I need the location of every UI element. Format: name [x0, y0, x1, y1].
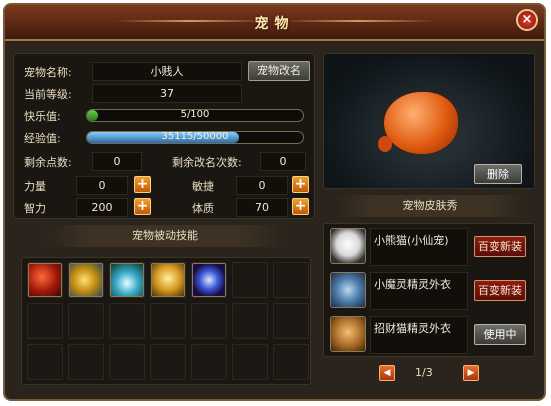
level-value: 37 [92, 84, 242, 103]
rename-left-label: 剩余改名次数: [172, 156, 242, 169]
prev-page-button[interactable]: ◀ [379, 365, 395, 381]
ice-crystal-skill-icon[interactable] [110, 263, 144, 297]
stat-value-intelligence: 200 [76, 198, 128, 217]
pet-preview-panel: 删除 [323, 53, 535, 189]
skill-slot[interactable] [232, 262, 268, 298]
skin-name: 小熊猫(小仙宠) [370, 228, 468, 266]
happiness-text: 5/100 [180, 109, 210, 120]
stat-label-constitution: 体质 [192, 202, 214, 215]
skin-item: 小熊猫(小仙宠) 百变新装 [326, 226, 526, 270]
golden-fish-skill-icon[interactable] [69, 263, 103, 297]
window-title: 宠物 [254, 16, 295, 32]
happiness-label: 快乐值: [24, 110, 61, 123]
skin-in-use-button[interactable]: 使用中 [474, 324, 526, 345]
passive-skills-grid [21, 257, 311, 385]
stat-label-intelligence: 智力 [24, 202, 46, 215]
pet-name-value: 小贱人 [92, 62, 242, 81]
rename-left-value: 0 [260, 152, 306, 171]
skill-slot[interactable] [150, 303, 186, 339]
stat-value-agility: 0 [236, 176, 288, 195]
exp-text: 35115/50000 [161, 131, 229, 142]
golden-bowl-skill-icon[interactable] [151, 263, 185, 297]
skins-header: 宠物皮肤秀 [335, 195, 525, 217]
skin-name: 小魔灵精灵外衣 [370, 272, 468, 310]
stat-value-strength: 0 [76, 176, 128, 195]
pet-window: 宠物 × 宠物名称: 小贱人 宠物改名 当前等级: 37 快乐值: 5/100 … [3, 3, 546, 401]
exp-label: 经验值: [24, 132, 61, 145]
passive-skills-header: 宠物被动技能 [45, 225, 285, 247]
stat-value-constitution: 70 [236, 198, 288, 217]
skin-change-button[interactable]: 百变新装 [474, 236, 526, 257]
stat-label-strength: 力量 [24, 180, 46, 193]
skill-slot[interactable] [109, 303, 145, 339]
skill-slot[interactable] [191, 344, 227, 380]
pet-model-image [384, 92, 458, 154]
skill-slot[interactable] [27, 303, 63, 339]
title-bar[interactable]: 宠物 × [5, 5, 544, 41]
skill-slot[interactable] [273, 262, 309, 298]
skin-item: 小魔灵精灵外衣 百变新装 [326, 270, 526, 314]
skin-change-button[interactable]: 百变新装 [474, 280, 526, 301]
spirit-scroll-icon[interactable] [330, 272, 366, 308]
blue-vortex-skill-icon[interactable] [192, 263, 226, 297]
skin-name: 招财猫精灵外衣 [370, 316, 468, 354]
level-label: 当前等级: [24, 88, 72, 101]
happiness-bar: 5/100 [86, 109, 304, 122]
stat-label-agility: 敏捷 [192, 180, 214, 193]
skill-slot[interactable] [109, 344, 145, 380]
red-fist-skill-icon[interactable] [28, 263, 62, 297]
close-button[interactable]: × [516, 9, 538, 31]
add-agility-button[interactable]: + [292, 176, 309, 193]
pet-info-panel: 宠物名称: 小贱人 宠物改名 当前等级: 37 快乐值: 5/100 经验值: … [13, 53, 315, 219]
pet-name-label: 宠物名称: [24, 66, 72, 79]
add-strength-button[interactable]: + [134, 176, 151, 193]
skin-item: 招财猫精灵外衣 使用中 [326, 314, 526, 358]
skill-slot[interactable] [273, 344, 309, 380]
skill-slot[interactable] [150, 344, 186, 380]
points-value: 0 [92, 152, 142, 171]
skill-slot[interactable] [273, 303, 309, 339]
skill-slot[interactable] [232, 303, 268, 339]
points-label: 剩余点数: [24, 156, 72, 169]
add-constitution-button[interactable]: + [292, 198, 309, 215]
exp-bar: 35115/50000 [86, 131, 304, 144]
skins-list-panel: 小熊猫(小仙宠) 百变新装 小魔灵精灵外衣 百变新装 招财猫精灵外衣 使用中 [323, 223, 535, 357]
skill-slot[interactable] [232, 344, 268, 380]
rename-button[interactable]: 宠物改名 [248, 61, 310, 81]
skill-slot[interactable] [27, 344, 63, 380]
panda-icon[interactable] [330, 228, 366, 264]
next-page-button[interactable]: ▶ [463, 365, 479, 381]
skill-slot[interactable] [68, 344, 104, 380]
skill-slot[interactable] [68, 303, 104, 339]
add-intelligence-button[interactable]: + [134, 198, 151, 215]
pet-model-paw [378, 136, 392, 152]
delete-pet-button[interactable]: 删除 [474, 164, 522, 184]
skill-slot[interactable] [191, 303, 227, 339]
lucky-cat-icon[interactable] [330, 316, 366, 352]
page-indicator: 1/3 [415, 366, 433, 379]
